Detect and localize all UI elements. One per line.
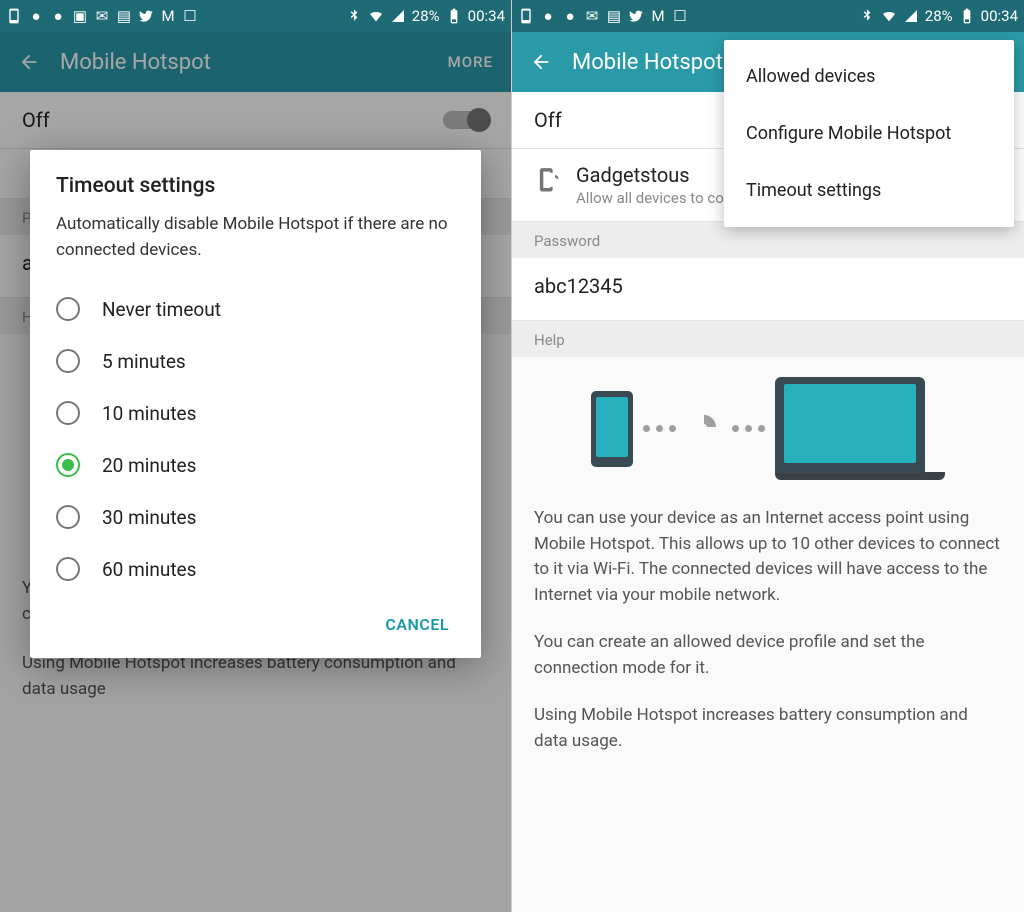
phone-left: ● ● ▣ ✉ ▤ M ☐ 28% 00:34 Mobile Hotspot M… bbox=[0, 0, 512, 912]
dialog-title: Timeout settings bbox=[56, 174, 455, 198]
help-p1: You can use your device as an Internet a… bbox=[534, 506, 1002, 608]
cart-icon: ☐ bbox=[672, 8, 688, 24]
signal-icon bbox=[390, 8, 406, 24]
messenger-icon: ● bbox=[540, 8, 556, 24]
wifi-icon bbox=[368, 8, 384, 24]
radio-icon bbox=[56, 401, 80, 425]
radio-icon bbox=[56, 297, 80, 321]
signal-icon bbox=[903, 8, 919, 24]
cart-icon: ☐ bbox=[182, 8, 198, 24]
help-header: Help bbox=[512, 321, 1024, 357]
twitter-icon bbox=[628, 8, 644, 24]
mail-icon: ✉ bbox=[94, 8, 110, 24]
phone-icon bbox=[518, 8, 534, 24]
radio-icon bbox=[56, 349, 80, 373]
gmail-icon: M bbox=[160, 8, 176, 24]
dialog-desc: Automatically disable Mobile Hotspot if … bbox=[56, 212, 455, 263]
phone-icon bbox=[6, 8, 22, 24]
battery-pct: 28% bbox=[925, 7, 953, 25]
radio-5-minutes[interactable]: 5 minutes bbox=[56, 335, 455, 387]
menu-allowed-devices[interactable]: Allowed devices bbox=[724, 48, 1014, 105]
radio-label: 10 minutes bbox=[102, 402, 196, 425]
menu-timeout-settings[interactable]: Timeout settings bbox=[724, 162, 1014, 219]
messenger-icon-2: ● bbox=[562, 8, 578, 24]
messenger-icon: ● bbox=[28, 8, 44, 24]
radio-icon bbox=[56, 505, 80, 529]
radio-20-minutes[interactable]: 20 minutes bbox=[56, 439, 455, 491]
radio-never-timeout[interactable]: Never timeout bbox=[56, 283, 455, 335]
hotspot-icon bbox=[534, 167, 562, 195]
illus-wifi-icon bbox=[686, 409, 722, 449]
radio-label: 60 minutes bbox=[102, 558, 196, 581]
phone-right: ● ● ✉ ▤ M ☐ 28% 00:34 Mobile Hotspot Off bbox=[512, 0, 1024, 912]
cancel-button[interactable]: CANCEL bbox=[379, 605, 455, 644]
radio-10-minutes[interactable]: 10 minutes bbox=[56, 387, 455, 439]
battery-icon bbox=[446, 8, 462, 24]
help-p3: Using Mobile Hotspot increases battery c… bbox=[534, 703, 1002, 754]
status-time: 00:34 bbox=[981, 7, 1018, 25]
app-icon: ▤ bbox=[116, 8, 132, 24]
menu-configure-hotspot[interactable]: Configure Mobile Hotspot bbox=[724, 105, 1014, 162]
radio-label: Never timeout bbox=[102, 298, 221, 321]
back-icon[interactable] bbox=[530, 51, 552, 73]
radio-icon bbox=[56, 453, 80, 477]
radio-label: 30 minutes bbox=[102, 506, 196, 529]
overflow-menu: Allowed devices Configure Mobile Hotspot… bbox=[724, 40, 1014, 227]
twitter-icon bbox=[138, 8, 154, 24]
password-header: Password bbox=[512, 222, 1024, 258]
messenger-icon-2: ● bbox=[50, 8, 66, 24]
radio-label: 20 minutes bbox=[102, 454, 196, 477]
radio-label: 5 minutes bbox=[102, 350, 186, 373]
battery-icon bbox=[959, 8, 975, 24]
status-bar: ● ● ✉ ▤ M ☐ 28% 00:34 bbox=[512, 0, 1024, 32]
radio-30-minutes[interactable]: 30 minutes bbox=[56, 491, 455, 543]
help-area: You can use your device as an Internet a… bbox=[512, 357, 1024, 796]
status-time: 00:34 bbox=[468, 7, 505, 25]
radio-60-minutes[interactable]: 60 minutes bbox=[56, 543, 455, 595]
timeout-dialog: Timeout settings Automatically disable M… bbox=[30, 150, 481, 658]
bluetooth-icon bbox=[346, 8, 362, 24]
bluetooth-icon bbox=[859, 8, 875, 24]
app-icon: ▤ bbox=[606, 8, 622, 24]
status-bar: ● ● ▣ ✉ ▤ M ☐ 28% 00:34 bbox=[0, 0, 511, 32]
gmail-icon: M bbox=[650, 8, 666, 24]
wifi-icon bbox=[881, 8, 897, 24]
battery-pct: 28% bbox=[412, 7, 440, 25]
gallery-icon: ▣ bbox=[72, 8, 88, 24]
illus-phone-icon bbox=[591, 391, 633, 467]
illus-laptop-icon bbox=[775, 377, 925, 473]
radio-icon bbox=[56, 557, 80, 581]
help-illustration bbox=[534, 377, 1002, 480]
mail-icon: ✉ bbox=[584, 8, 600, 24]
help-p2: You can create an allowed device profile… bbox=[534, 630, 1002, 681]
password-value[interactable]: abc12345 bbox=[512, 258, 1024, 321]
